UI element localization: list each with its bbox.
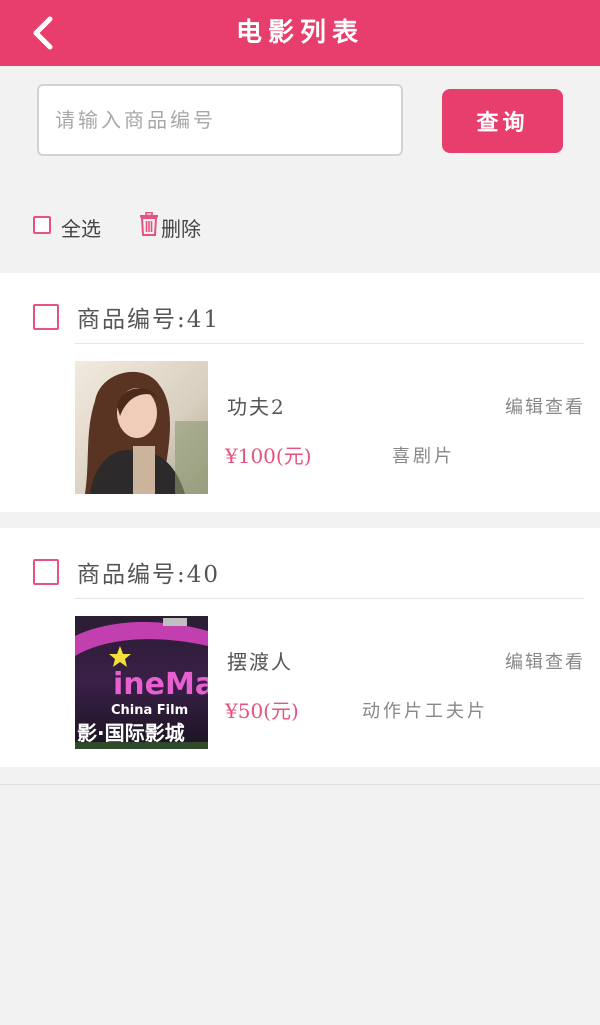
checkbox-icon[interactable] (33, 216, 51, 234)
sign-text: ineMa (113, 667, 208, 702)
item-thumbnail[interactable] (75, 361, 208, 494)
item-name: 功夫2 (227, 395, 286, 419)
page-title: 电影列表 (235, 18, 364, 48)
item-genre: 喜剧片 (392, 446, 455, 467)
list-item[interactable]: 商品编号:41 功夫2 编辑查看 ¥100(元) 喜剧片 (0, 273, 600, 512)
delete-label: 删除 (161, 217, 201, 241)
action-toolbar: 全选 删除 (0, 205, 600, 245)
edit-view-link[interactable]: 编辑查看 (505, 393, 585, 419)
item-price: ¥100(元) (225, 444, 312, 468)
sign-text: China Film (111, 703, 188, 718)
search-input[interactable] (37, 84, 403, 156)
top-bar: 电影列表 (0, 0, 600, 66)
item-price: ¥50(元) (225, 699, 299, 723)
list-item[interactable]: 商品编号:40 ineMa China Film 影·国际影城 摆渡人 编辑查看… (0, 528, 600, 767)
edit-view-link[interactable]: 编辑查看 (505, 648, 585, 674)
item-checkbox[interactable] (33, 559, 59, 585)
select-all-label: 全选 (61, 217, 101, 241)
item-checkbox[interactable] (33, 304, 59, 330)
divider (75, 343, 584, 344)
item-code: 商品编号:41 (77, 307, 221, 333)
search-button[interactable]: 查询 (442, 89, 563, 153)
item-code: 商品编号:40 (77, 562, 221, 588)
divider (75, 598, 584, 599)
divider (0, 784, 600, 785)
item-name: 摆渡人 (227, 650, 293, 674)
item-thumbnail[interactable]: ineMa China Film 影·国际影城 (75, 616, 208, 749)
trash-icon[interactable] (139, 212, 159, 236)
item-genre: 动作片工夫片 (362, 701, 488, 722)
sign-text: 影·国际影城 (77, 721, 185, 745)
